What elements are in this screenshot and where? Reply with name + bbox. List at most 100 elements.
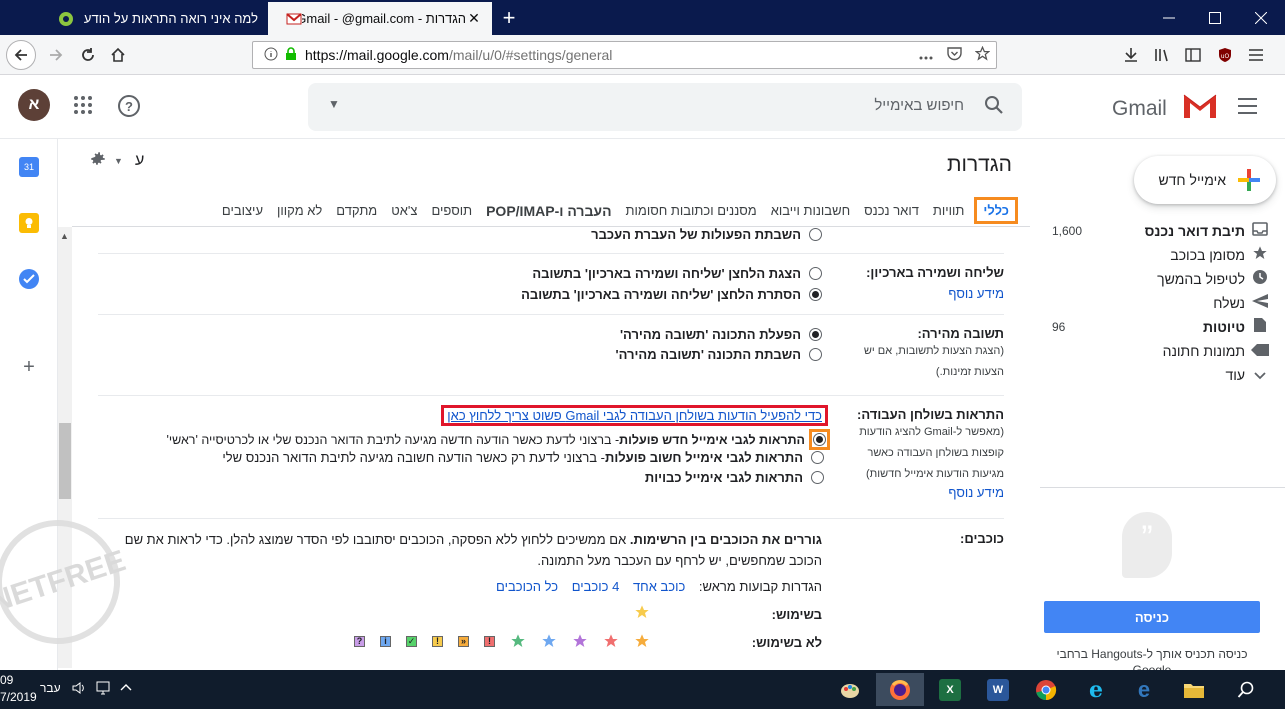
gear-icon[interactable] <box>89 150 107 174</box>
taskbar-excel-app[interactable]: X <box>926 673 974 706</box>
radio-send-archive-show[interactable] <box>809 267 822 280</box>
purple-star-icon[interactable] <box>572 633 588 649</box>
home-button[interactable] <box>104 41 132 69</box>
taskbar-chrome-app[interactable] <box>1022 673 1070 706</box>
radio-new-mail-on[interactable] <box>813 433 826 446</box>
taskbar-firefox-app[interactable] <box>876 673 924 706</box>
radio-send-archive-hide[interactable] <box>809 288 822 301</box>
new-tab-button[interactable]: + <box>497 5 521 31</box>
page-actions-icon[interactable] <box>912 47 940 63</box>
smart-reply-on-option[interactable]: הפעלת התכונה 'תשובה מהירה' <box>620 327 822 342</box>
new-mail-notifications-option[interactable]: התראות לגבי אימייל חדש פועלות - ברצוני ל… <box>166 429 830 450</box>
downloads-icon[interactable] <box>1120 44 1142 66</box>
close-tab-icon[interactable]: ✕ <box>466 10 482 27</box>
send-archive-hide-option[interactable]: הסתרת הלחצן 'שליחה ושמירה בארכיון' בתשוב… <box>521 287 822 302</box>
enable-desktop-notifications-link[interactable]: כדי להפעיל הודעות בשולחן העבודה לגבי Gma… <box>441 405 828 426</box>
nav-item-starred[interactable]: מסומן בכוכב <box>1040 243 1285 267</box>
reload-button[interactable] <box>74 41 102 69</box>
search-input[interactable]: חיפוש באימייל <box>874 97 964 114</box>
radio-mail-notifications-off[interactable] <box>811 471 824 484</box>
taskbar-edge-app[interactable]: e <box>1120 673 1168 706</box>
taskbar-word-app[interactable]: W <box>974 673 1022 706</box>
nav-item-more[interactable]: עוד <box>1040 363 1285 387</box>
yellow-bang-icon[interactable]: ! <box>432 635 443 647</box>
gmail-logo-text[interactable]: Gmail <box>1112 97 1167 121</box>
scroll-up-icon[interactable]: ▲ <box>60 231 69 241</box>
bookmark-star-icon[interactable] <box>968 45 996 64</box>
in-use-yellow-star-icon[interactable] <box>634 604 650 623</box>
send-archive-learn-more-link[interactable]: מידע נוסף <box>848 286 1004 301</box>
add-addon-icon[interactable]: + <box>19 356 39 378</box>
search-box[interactable]: ▼ חיפוש באימייל <box>308 83 1022 131</box>
gmail-logo-icon[interactable] <box>1182 92 1218 120</box>
tab-addons[interactable]: תוספים <box>431 203 472 218</box>
ublock-extension-icon[interactable]: uO <box>1214 44 1236 66</box>
send-archive-show-option[interactable]: הצגת הלחצן 'שליחה ושמירה בארכיון' בתשובה <box>532 266 822 281</box>
taskbar-explorer-app[interactable] <box>1170 673 1218 706</box>
preset-all-stars-link[interactable]: כל הכוכבים <box>496 579 558 594</box>
address-bar[interactable]: https://mail.google.com/mail/u/0/#settin… <box>252 41 997 69</box>
search-icon[interactable] <box>982 93 1008 119</box>
orange-star-icon[interactable] <box>634 633 650 649</box>
preset-four-stars-link[interactable]: 4 כוכבים <box>572 579 620 594</box>
nav-item-sent[interactable]: נשלח <box>1040 291 1285 315</box>
pocket-icon[interactable] <box>940 46 968 64</box>
radio-smart-reply-on[interactable] <box>809 328 822 341</box>
nav-item-snoozed[interactable]: לטיפול בהמשך <box>1040 267 1285 291</box>
taskbar-paint-app[interactable] <box>826 673 874 706</box>
important-mail-notifications-option[interactable]: התראות לגבי אימייל חשוב פועלות - ברצוני … <box>222 450 824 465</box>
nav-item-inbox[interactable]: תיבת דואר נכנס 1,600 <box>1040 219 1285 243</box>
tab-offline[interactable]: לא מקוון <box>277 203 322 218</box>
tasks-icon[interactable] <box>19 269 39 289</box>
radio-important-mail-on[interactable] <box>811 451 824 464</box>
tab-general[interactable]: כללי <box>974 197 1018 224</box>
taskbar-clock[interactable]: 09 7/2019 <box>0 672 37 706</box>
nav-item-drafts[interactable]: טיוטות 96 <box>1040 315 1285 339</box>
purple-question-icon[interactable]: ? <box>354 635 365 647</box>
google-apps-icon[interactable] <box>72 94 94 116</box>
desktop-learn-more-link[interactable]: מידע נוסף <box>848 485 1004 500</box>
red-bang-icon[interactable]: ! <box>484 635 495 647</box>
tab-forwarding[interactable]: העברה ו-POP/IMAP <box>486 203 611 219</box>
tab-labels[interactable]: תוויות <box>933 203 964 218</box>
volume-icon[interactable] <box>72 681 86 698</box>
library-icon[interactable] <box>1151 44 1173 66</box>
close-window-icon[interactable] <box>1238 0 1284 35</box>
red-star-icon[interactable] <box>603 633 619 649</box>
chevron-down-icon[interactable]: ▼ <box>114 156 123 166</box>
tab-accounts[interactable]: חשבונות וייבוא <box>771 203 850 218</box>
green-check-icon[interactable]: ✓ <box>406 635 417 647</box>
sidebar-icon[interactable] <box>1182 44 1204 66</box>
nav-item-label-wedding[interactable]: תמונות חתונה <box>1040 339 1285 363</box>
taskbar-search-button[interactable] <box>1222 673 1270 706</box>
keep-icon[interactable] <box>19 213 39 233</box>
tab-chat[interactable]: צ'אט <box>391 203 417 218</box>
radio-hover-actions-off[interactable] <box>809 228 822 241</box>
minimize-window-icon[interactable] <box>1146 0 1192 35</box>
back-button[interactable] <box>6 40 36 70</box>
taskbar-ie-app[interactable]: e <box>1072 673 1120 706</box>
language-indicator[interactable]: עבר <box>40 681 61 695</box>
green-star-icon[interactable] <box>510 633 526 649</box>
tab-themes[interactable]: עיצובים <box>222 203 263 218</box>
maximize-window-icon[interactable] <box>1192 0 1238 35</box>
main-menu-icon[interactable] <box>1238 98 1257 114</box>
hangouts-signin-button[interactable]: כניסה <box>1044 601 1260 633</box>
search-options-caret-icon[interactable]: ▼ <box>328 97 340 111</box>
scrollbar-thumb[interactable] <box>59 423 71 499</box>
mail-notifications-off-option[interactable]: התראות לגבי אימייל כבויות <box>645 470 824 485</box>
tab-inbox[interactable]: דואר נכנס <box>864 203 919 218</box>
forward-button[interactable] <box>42 41 70 69</box>
browser-tab-netfree[interactable]: למה איני רואה התראות על הודע <box>40 2 268 35</box>
input-tools-label[interactable]: ע <box>135 152 144 170</box>
chevron-up-icon[interactable] <box>120 681 132 695</box>
compose-button[interactable]: אימייל חדש <box>1134 156 1276 204</box>
menu-icon[interactable] <box>1245 44 1267 66</box>
avatar[interactable]: א <box>18 89 50 121</box>
page-info-icon[interactable] <box>259 47 283 64</box>
hover-actions-off-option[interactable]: השבתת הפעולות של העברת העכבר <box>591 227 822 242</box>
blue-info-icon[interactable]: i <box>380 635 391 647</box>
calendar-icon[interactable]: 31 <box>19 157 39 177</box>
blue-star-icon[interactable] <box>541 633 557 649</box>
preset-one-star-link[interactable]: כוכב אחד <box>633 579 685 594</box>
